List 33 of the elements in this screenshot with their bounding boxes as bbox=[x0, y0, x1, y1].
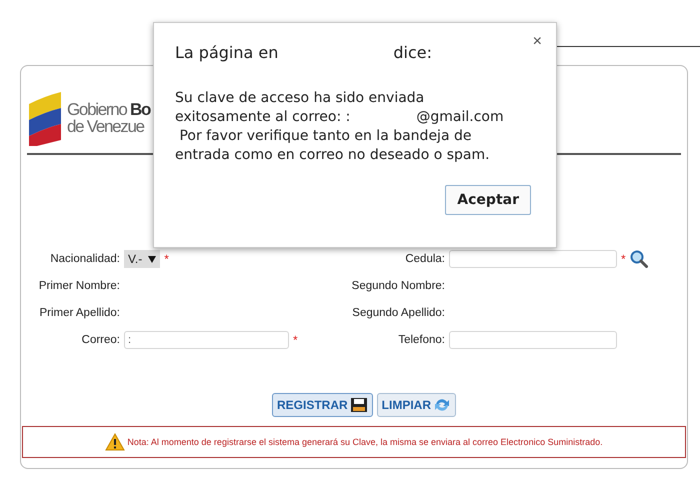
dialog-title: dice: bbox=[393, 43, 432, 62]
message-text: @gmail.com bbox=[416, 108, 504, 127]
field-label: Telefono: bbox=[397, 334, 445, 346]
message-text: Por favor verifique tanto en la bandeja de bbox=[178, 127, 472, 146]
logo-text: Gobierno Bo bbox=[67, 101, 150, 118]
field-label: Cedula: bbox=[404, 253, 445, 265]
clear-button[interactable]: LIMPIAR bbox=[376, 393, 456, 417]
message-text: entrada como en correo no deseado o spam. bbox=[175, 146, 490, 165]
flag-icon bbox=[27, 90, 63, 146]
refresh-icon bbox=[433, 397, 451, 413]
close-button[interactable]: × bbox=[528, 33, 546, 51]
nationality-select[interactable]: V.- bbox=[124, 250, 160, 268]
input-field[interactable]: : bbox=[124, 331, 289, 349]
required-mark: * bbox=[293, 333, 298, 347]
field-label: Primer Apellido: bbox=[38, 307, 120, 319]
field-label: Segundo Apellido: bbox=[351, 307, 445, 319]
message-text: Su clave de acceso ha sido enviada bbox=[175, 89, 424, 108]
field-label: Segundo Nombre: bbox=[350, 280, 445, 292]
input-field[interactable] bbox=[449, 331, 617, 349]
warning-icon bbox=[105, 433, 126, 451]
accept-button[interactable]: Aceptar bbox=[445, 185, 531, 215]
field-label: Correo: bbox=[80, 334, 120, 346]
note-text: Nota: Al momento de registrarse el sistema generará su Clave, la misma se enviara al correo Electronico Suministrado. bbox=[127, 437, 603, 447]
required-mark: * bbox=[164, 252, 169, 266]
register-button[interactable]: REGISTRAR bbox=[272, 393, 373, 417]
logo-text: de Venezue bbox=[67, 118, 146, 135]
field-label: Nacionalidad: bbox=[49, 253, 120, 265]
field-label: Primer Nombre: bbox=[38, 280, 120, 292]
message-text: exitosamente al correo: : bbox=[175, 108, 350, 127]
search-icon[interactable] bbox=[630, 250, 648, 268]
input-field[interactable] bbox=[449, 250, 617, 268]
dialog-title: La página en bbox=[175, 43, 278, 62]
required-mark: * bbox=[621, 252, 626, 266]
